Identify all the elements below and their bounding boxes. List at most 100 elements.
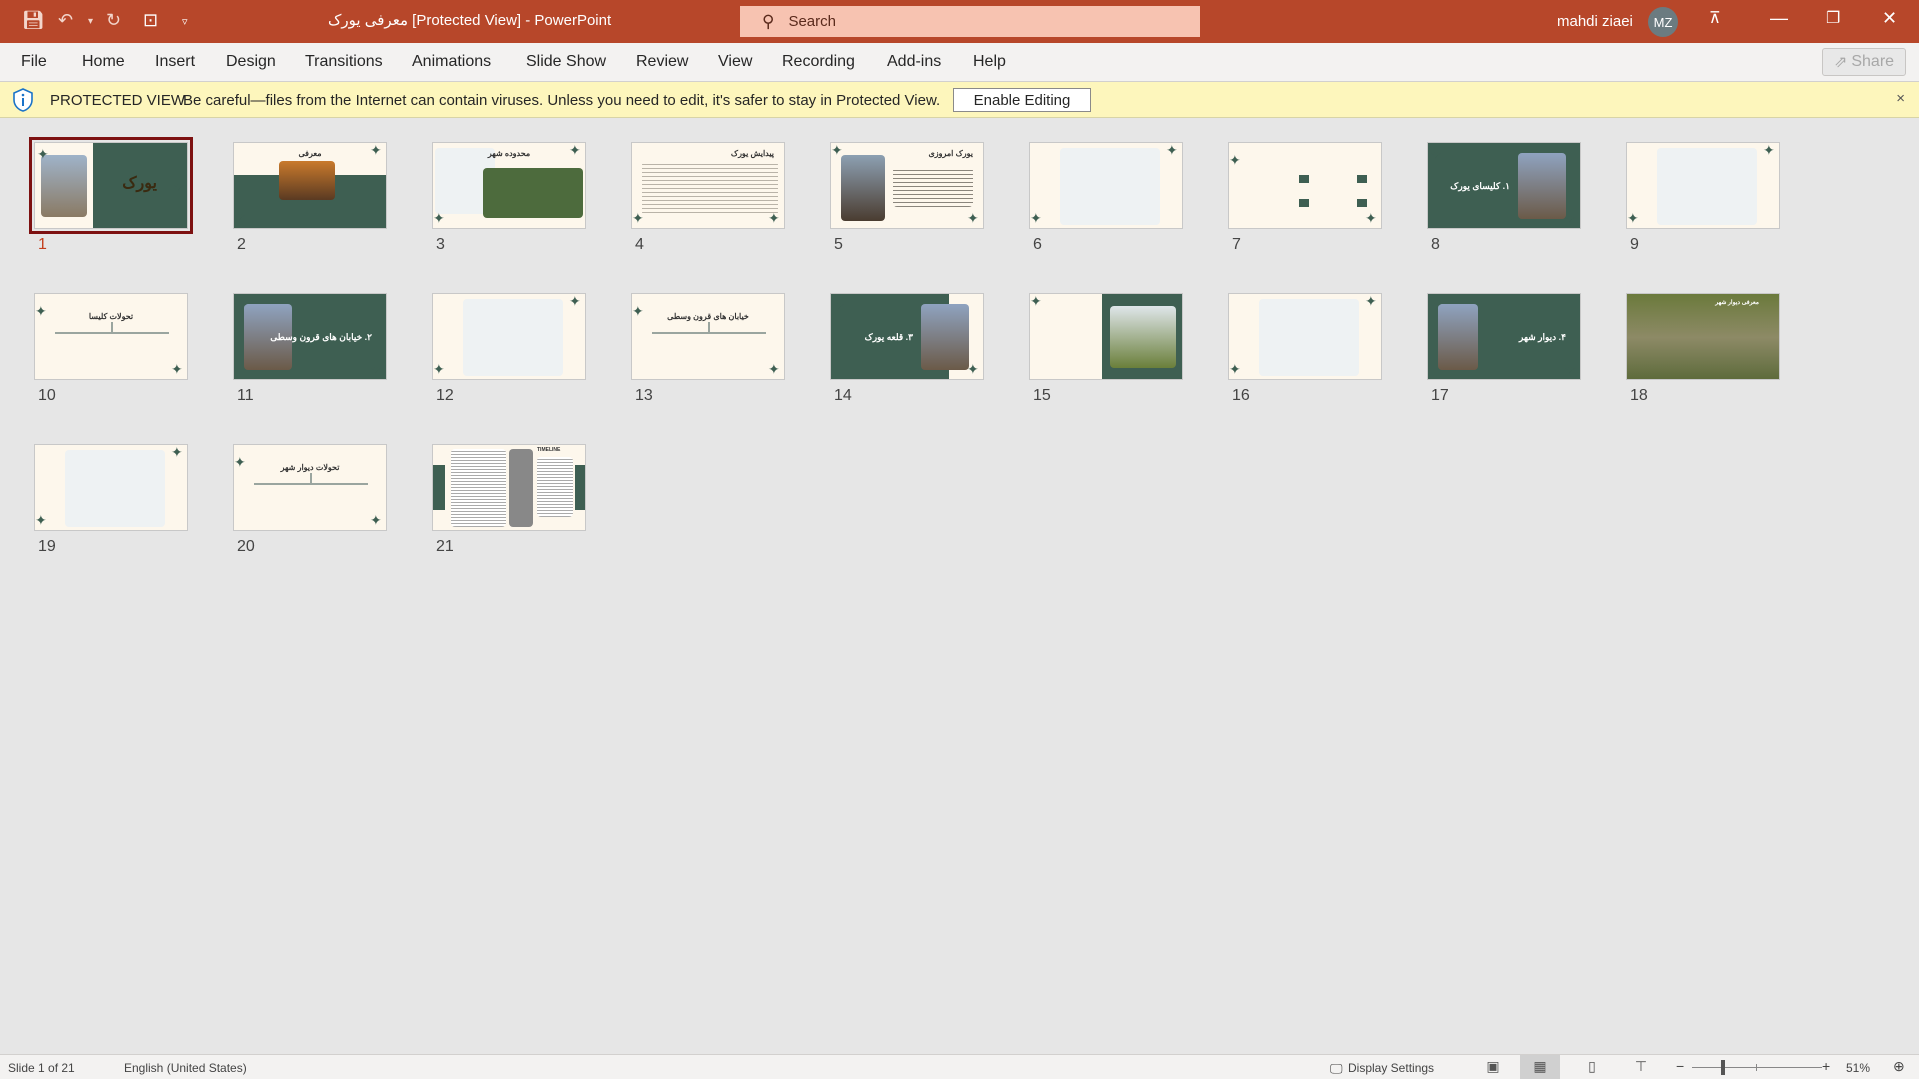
star-decoration-icon: ✦: [1166, 142, 1178, 158]
slide-number: 20: [237, 538, 255, 555]
slide-number: 6: [1033, 236, 1042, 253]
tab-design[interactable]: Design: [226, 53, 276, 71]
tab-insert[interactable]: Insert: [155, 53, 195, 71]
slide-thumbnail[interactable]: ✦ ✦ خیابان های قرون وسطی: [631, 293, 785, 380]
tab-slide-show[interactable]: Slide Show: [526, 53, 606, 71]
close-icon[interactable]: ✕: [1882, 8, 1897, 29]
slide-thumbnail[interactable]: ✦ ✦ ۱. کلیسای یورک: [1427, 142, 1581, 229]
slide-title: تحولات کلیسا: [88, 312, 134, 321]
slide-show-icon[interactable]: ⊤: [1632, 1058, 1650, 1075]
slide-thumbnail[interactable]: ✦ ✦ تحولات دیوار شهر: [233, 444, 387, 531]
document-title: معرفی یورک [Protected View] - PowerPoint: [328, 12, 612, 29]
redo-icon[interactable]: ↻: [106, 10, 121, 31]
slide-thumbnail[interactable]: ✦ ✦: [1228, 293, 1382, 380]
slide-number: 13: [635, 387, 653, 404]
slide-title: خیابان های قرون وسطی: [667, 312, 749, 321]
slide-thumbnail[interactable]: ✦ ✦: [34, 444, 188, 531]
user-name[interactable]: mahdi ziaei: [1557, 13, 1633, 30]
zoom-level[interactable]: 51%: [1846, 1061, 1870, 1075]
avatar[interactable]: MZ: [1648, 7, 1678, 37]
slide-image: [1438, 304, 1478, 370]
undo-icon[interactable]: ↶: [58, 10, 73, 31]
display-settings-icon[interactable]: 🖵︎: [1330, 1061, 1343, 1077]
slide-title: یورک: [122, 175, 157, 192]
undo-dropdown-icon[interactable]: ▾: [88, 16, 93, 27]
tab-animations[interactable]: Animations: [412, 53, 491, 71]
tab-review[interactable]: Review: [636, 53, 688, 71]
star-decoration-icon: ✦: [569, 142, 581, 158]
share-label: Share: [1851, 53, 1895, 70]
slide-thumbnail[interactable]: ✦ ✦ ۲. خیابان های قرون وسطی: [233, 293, 387, 380]
star-decoration-icon: ✦: [1763, 142, 1775, 158]
share-button[interactable]: ⇗ Share: [1822, 48, 1906, 76]
reading-view-icon[interactable]: ▯: [1583, 1058, 1601, 1075]
slide-thumbnail[interactable]: ✦ ✦ ۴. دیوار شهر: [1427, 293, 1581, 380]
star-decoration-icon: ✦: [433, 210, 445, 226]
slide-thumbnail[interactable]: ✦ ✦: [1626, 142, 1780, 229]
minimize-icon[interactable]: —: [1770, 8, 1788, 29]
slide-thumbnail[interactable]: معرفی دیوار شهر: [1626, 293, 1780, 380]
slide-map: [1657, 148, 1757, 225]
slide-sorter-view-icon[interactable]: ▦: [1520, 1055, 1560, 1079]
zoom-slider[interactable]: [1692, 1060, 1822, 1075]
tab-recording[interactable]: Recording: [782, 53, 855, 71]
star-decoration-icon: ✦: [1430, 297, 1442, 313]
star-decoration-icon: ✦: [1627, 210, 1639, 226]
star-decoration-icon: ✦: [967, 210, 979, 226]
slide-thumbnail[interactable]: ✦ ✦ تحولات کلیسا: [34, 293, 188, 380]
tab-home[interactable]: Home: [82, 53, 125, 71]
tab-file[interactable]: File: [21, 53, 47, 71]
zoom-in-icon[interactable]: +: [1822, 1058, 1830, 1074]
star-decoration-icon: ✦: [967, 361, 979, 377]
slide-thumbnail[interactable]: TIMELINE: [432, 444, 586, 531]
slide-thumbnail[interactable]: ✦ ✦ ۳. قلعه یورک: [830, 293, 984, 380]
star-decoration-icon: ✦: [370, 361, 382, 377]
save-icon[interactable]: 💾︎: [22, 10, 45, 31]
customize-toolbar-icon[interactable]: ▿: [182, 15, 188, 28]
slide-number: 21: [436, 538, 454, 555]
slide-thumbnail[interactable]: ✦ ✦ یورک: [29, 137, 193, 234]
shield-info-icon: [13, 88, 33, 112]
zoom-out-icon[interactable]: −: [1676, 1058, 1684, 1074]
star-decoration-icon: ✦: [35, 303, 47, 319]
slide-thumbnail[interactable]: ✦ ✦: [1228, 142, 1382, 229]
enable-editing-button[interactable]: Enable Editing: [953, 88, 1091, 112]
present-icon[interactable]: ⊡: [143, 10, 158, 31]
zoom-slider-thumb[interactable]: [1721, 1060, 1726, 1075]
ribbon-display-icon[interactable]: ⊼: [1709, 8, 1721, 28]
star-decoration-icon: ✦: [833, 297, 845, 313]
slide-number: 3: [436, 236, 445, 253]
slide-thumbnail[interactable]: ✦ ✦ پیدایش یورک: [631, 142, 785, 229]
slide-thumbnail[interactable]: ✦: [1029, 293, 1183, 380]
slide-number: 17: [1431, 387, 1449, 404]
slide-thumbnail[interactable]: ✦ ✦: [432, 293, 586, 380]
slide-thumbnail[interactable]: ✦ ✦ یورک امروزی: [830, 142, 984, 229]
slide-title: معرفی: [298, 149, 322, 158]
protected-view-message: Be careful—files from the Internet can c…: [183, 92, 941, 109]
tab-transitions[interactable]: Transitions: [305, 53, 383, 71]
slide-thumbnail[interactable]: ✦ ✦ معرفی: [233, 142, 387, 229]
close-bar-icon[interactable]: ×: [1896, 90, 1905, 107]
slide-image: [41, 155, 87, 217]
slide-thumbnail[interactable]: ✦ ✦ محدوده شهر: [432, 142, 586, 229]
star-decoration-icon: ✦: [370, 512, 382, 528]
tab-view[interactable]: View: [718, 53, 752, 71]
slide-title: TIMELINE: [537, 447, 561, 453]
display-settings-button[interactable]: Display Settings: [1348, 1061, 1434, 1075]
star-decoration-icon: ✦: [1030, 210, 1042, 226]
slide-title: معرفی دیوار شهر: [1715, 300, 1759, 306]
protected-view-bar: PROTECTED VIEW Be careful—files from the…: [0, 82, 1919, 118]
star-decoration-icon: ✦: [171, 444, 183, 460]
slide-number: 12: [436, 387, 454, 404]
slide-number: 4: [635, 236, 644, 253]
tab-help[interactable]: Help: [973, 53, 1006, 71]
star-decoration-icon: ✦: [632, 303, 644, 319]
language[interactable]: English (United States): [124, 1061, 247, 1075]
restore-icon[interactable]: ❐: [1826, 8, 1840, 28]
slide-title: یورک امروزی: [928, 149, 973, 158]
slide-thumbnail[interactable]: ✦ ✦: [1029, 142, 1183, 229]
tab-add-ins[interactable]: Add-ins: [887, 53, 941, 71]
normal-view-icon[interactable]: ▣: [1484, 1058, 1502, 1075]
fit-to-window-icon[interactable]: ⊕: [1893, 1058, 1905, 1075]
search-box[interactable]: ⚲ Search: [740, 6, 1200, 37]
